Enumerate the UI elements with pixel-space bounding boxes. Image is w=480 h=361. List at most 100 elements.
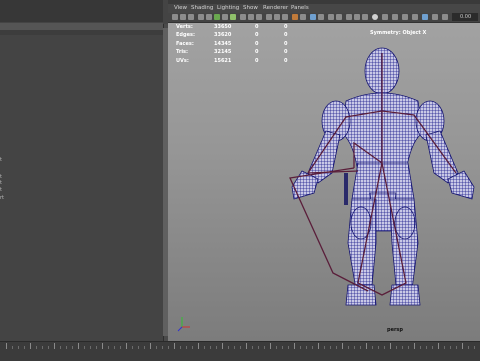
sword-mesh [344,173,348,205]
timeline-tick [120,346,121,349]
panel-title-bar[interactable] [0,23,163,30]
isolate-select-icon[interactable] [318,14,324,20]
timeline-tick [318,343,319,349]
menu-view[interactable]: View [174,5,187,12]
exposure-field[interactable]: 0.00 [452,13,478,21]
wireframe-icon[interactable] [266,14,272,20]
safe-title-icon[interactable] [256,14,262,20]
timeline-tick [282,346,283,349]
timeline-tick [288,346,289,349]
timeline-tick [414,343,415,349]
timeline-tick [300,346,301,349]
timeline-tick [336,346,337,349]
exposure-icon[interactable] [382,14,388,20]
timeline-tick [432,346,433,349]
timeline-tick [294,343,295,349]
timeline-tick [390,343,391,349]
menu-lighting[interactable]: Lighting [217,5,239,12]
side-mark: t [0,187,2,193]
gamma-icon[interactable] [392,14,398,20]
timeline-tick [312,346,313,349]
hud-value: 0 [255,58,259,64]
3d-viewport[interactable] [168,23,480,341]
timeline-tick [144,346,145,349]
timeline-tick [102,343,103,349]
timeline-tick [126,343,127,349]
smooth-shade-icon[interactable] [274,14,280,20]
model-render [177,47,475,332]
timeline-tick [342,343,343,349]
shadows-icon[interactable] [310,14,316,20]
timeline-tick [6,343,7,349]
menu-renderer[interactable]: Renderer [263,5,288,12]
menu-show[interactable]: Show [243,5,258,12]
timeline-tick [12,346,13,349]
menu-panels[interactable]: Panels [291,5,309,12]
depth-of-field-icon[interactable] [372,14,378,20]
hud-value: 0 [284,41,288,47]
hud-label: Tris: [176,49,189,55]
select-camera-icon[interactable] [172,14,178,20]
timeline-tick [174,343,175,349]
color-management-icon[interactable] [402,14,408,20]
view-transform-icon[interactable] [412,14,418,20]
side-mark: t [0,157,2,163]
panel-strip [0,30,163,35]
settings-icon[interactable] [432,14,438,20]
field-chart-icon[interactable] [240,14,246,20]
grid-icon[interactable] [206,14,212,20]
outliner-panel [0,0,163,341]
menu-shading[interactable]: Shading [191,5,213,12]
timeline-tick [162,346,163,349]
motion-blur-icon[interactable] [354,14,360,20]
timeline-tick [114,346,115,349]
hud-value: 0 [284,58,288,64]
time-slider[interactable] [0,341,480,361]
timeline-tick [108,346,109,349]
gate-mask-icon[interactable] [230,14,236,20]
timeline-tick [90,346,91,349]
film-gate-icon[interactable] [214,14,220,20]
timeline-tick [456,346,457,349]
timeline-tick [420,346,421,349]
timeline-tick [264,346,265,349]
wireframe-on-shaded-icon[interactable] [282,14,288,20]
timeline-tick [426,346,427,349]
hud-toggle-icon[interactable] [422,14,428,20]
hud-label: Edges: [176,32,195,38]
textured-icon[interactable] [292,14,298,20]
timeline-tick [66,346,67,349]
anti-aliasing-icon[interactable] [362,14,368,20]
timeline-tick [42,346,43,349]
timeline-tick [30,343,31,349]
timeline-tick [60,346,61,349]
timeline-tick [408,346,409,349]
timeline-tick [228,346,229,349]
hud-value: 0 [255,24,259,30]
bookmarks-icon[interactable] [188,14,194,20]
side-mark: t [0,180,2,186]
safe-action-icon[interactable] [248,14,254,20]
symmetry-status: Symmetry: Object X [370,30,427,36]
lights-icon[interactable] [300,14,306,20]
xray-icon[interactable] [328,14,334,20]
timeline-tick [234,346,235,349]
timeline-tick [192,346,193,349]
timeline-tick [54,343,55,349]
timeline-tick [156,346,157,349]
xray-joints-icon[interactable] [336,14,342,20]
resolution-gate-icon[interactable] [222,14,228,20]
panel-layout-icon[interactable] [442,14,448,20]
timeline-tick [150,343,151,349]
camera-attributes-icon[interactable] [180,14,186,20]
timeline-tick [468,346,469,349]
timeline-tick [252,346,253,349]
axis-gizmo [177,317,190,332]
hud-value: 0 [255,32,259,38]
timeline-tick [138,346,139,349]
timeline-tick [168,346,169,349]
timeline-tick [36,346,37,349]
ambient-occlusion-icon[interactable] [346,14,352,20]
image-plane-icon[interactable] [198,14,204,20]
character-mesh [291,47,475,306]
